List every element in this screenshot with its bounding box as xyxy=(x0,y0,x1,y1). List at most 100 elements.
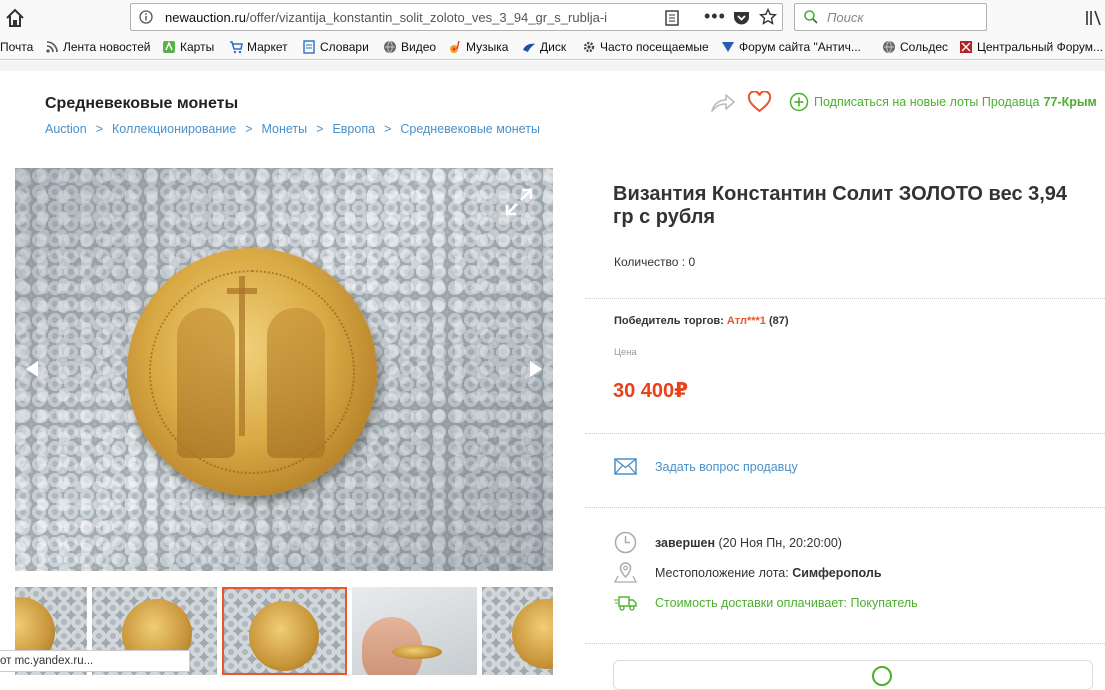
location-value: Симферополь xyxy=(792,565,882,580)
coin-image xyxy=(127,248,377,496)
book-icon xyxy=(303,40,315,54)
seller-name[interactable]: 77-Крым xyxy=(1044,95,1097,109)
info-icon[interactable] xyxy=(139,10,153,24)
search-icon xyxy=(804,10,818,24)
bookmark-item[interactable]: Почта xyxy=(0,40,33,54)
bookmark-item[interactable]: Словари xyxy=(302,40,369,54)
photo-thumbnail[interactable] xyxy=(482,587,553,675)
location-label: Местоположение лота: xyxy=(655,565,789,580)
divider xyxy=(585,298,1105,299)
home-icon[interactable] xyxy=(4,7,26,29)
share-icon[interactable] xyxy=(710,91,736,113)
plus-circle-icon xyxy=(789,92,809,112)
breadcrumb-link[interactable]: Auction xyxy=(45,122,87,136)
bookmark-item[interactable]: Форум сайта "Антич... xyxy=(721,40,861,54)
bookmark-label: Часто посещаемые xyxy=(600,40,709,54)
bottom-panel xyxy=(613,660,1093,690)
url-path: /offer/vizantija_konstantin_solit_zoloto… xyxy=(245,10,608,25)
gear-icon xyxy=(583,41,595,53)
location-pin-icon xyxy=(614,562,637,583)
clock-icon xyxy=(614,531,637,554)
pocket-icon[interactable] xyxy=(733,10,750,26)
delivery-info[interactable]: Стоимость доставки оплачивает: Покупател… xyxy=(614,591,918,614)
reader-view-icon[interactable] xyxy=(664,10,680,26)
bookmark-item[interactable]: Музыка xyxy=(448,40,508,54)
fullscreen-expand-icon[interactable] xyxy=(503,186,535,218)
bookmark-label: Форум сайта "Антич... xyxy=(739,40,861,54)
bookmark-label: Музыка xyxy=(466,40,509,54)
bookmark-item[interactable]: Лента новостей xyxy=(45,40,151,54)
search-placeholder: Поиск xyxy=(827,10,864,25)
bookmark-item[interactable]: Сольдес xyxy=(882,40,948,54)
delivery-text: Стоимость доставки оплачивает: Покупател… xyxy=(655,595,918,610)
bookmark-item[interactable]: Видео xyxy=(383,40,436,54)
bookmark-item[interactable]: Центральный Форум... xyxy=(959,40,1103,54)
auction-end-date: (20 Ноя Пн, 20:20:00) xyxy=(718,535,842,550)
library-icon[interactable] xyxy=(1084,8,1105,28)
bookmark-item[interactable]: Карты xyxy=(162,40,214,54)
winner-label: Победитель торгов: xyxy=(614,315,724,327)
auction-status: завершен xyxy=(655,535,716,550)
cart-icon xyxy=(230,41,243,54)
winner-rating: (87) xyxy=(768,315,789,327)
browser-toolbar: newauction.ru/offer/vizantija_konstantin… xyxy=(0,0,1105,36)
bookmark-label: Словари xyxy=(320,40,369,54)
url-bar[interactable]: newauction.ru/offer/vizantija_konstantin… xyxy=(130,3,783,31)
bookmark-label: Лента новостей xyxy=(63,40,151,54)
divider xyxy=(585,433,1105,434)
bookmark-item[interactable]: Маркет xyxy=(229,40,288,54)
previous-photo-arrow-icon[interactable] xyxy=(25,360,39,378)
ask-seller-link[interactable]: Задать вопрос продавцу xyxy=(614,458,798,475)
auction-end-status: завершен (20 Ноя Пн, 20:20:00) xyxy=(614,531,842,554)
disk-icon xyxy=(523,43,535,52)
winner-name[interactable]: Атл***1 xyxy=(727,315,766,327)
bookmark-label: Карты xyxy=(180,40,215,54)
bookmark-item[interactable]: Диск xyxy=(522,40,566,54)
globe-icon xyxy=(883,40,895,54)
subscribe-text: Подписаться на новые лоты Продавца xyxy=(814,95,1040,109)
lot-price: 30 400₽ xyxy=(613,380,689,402)
bookmark-label: Центральный Форум... xyxy=(977,40,1104,54)
next-photo-arrow-icon[interactable] xyxy=(529,360,543,378)
auction-winner: Победитель торгов: Атл***1 (87) xyxy=(614,315,789,327)
search-bar[interactable]: Поиск xyxy=(794,3,987,31)
maps-icon xyxy=(163,41,175,53)
bookmark-label: Диск xyxy=(540,40,567,54)
globe-icon xyxy=(384,40,396,54)
price-label: Цена xyxy=(614,347,637,358)
photo-thumbnail-selected[interactable] xyxy=(222,587,347,675)
main-lot-photo[interactable] xyxy=(15,168,553,571)
breadcrumb-link[interactable]: Коллекционирование xyxy=(112,122,236,136)
delivery-truck-icon xyxy=(614,596,637,611)
subscribe-seller-button[interactable]: Подписаться на новые лоты Продавца 77-Кр… xyxy=(789,92,1097,112)
bookmark-label: Сольдес xyxy=(900,40,949,54)
url-host: newauction.ru xyxy=(165,10,246,25)
green-circle-icon xyxy=(872,666,892,686)
breadcrumb-link[interactable]: Европа xyxy=(332,122,375,136)
url-text[interactable]: newauction.ru/offer/vizantija_konstantin… xyxy=(165,10,625,25)
bookmark-star-icon[interactable] xyxy=(759,8,777,26)
favorite-heart-icon[interactable] xyxy=(747,91,772,113)
photo-thumbnail[interactable] xyxy=(352,587,477,675)
breadcrumb: Auction > Коллекционирование > Монеты > Европа… xyxy=(45,122,540,136)
ask-seller-text: Задать вопрос продавцу xyxy=(655,459,798,474)
music-icon xyxy=(450,40,460,53)
lot-location: Местоположение лота: Симферополь xyxy=(614,561,882,584)
bookmarks-bar: Почта Лента новостей Карты Маркет Словар… xyxy=(0,36,1105,60)
lot-quantity: Количество : 0 xyxy=(614,255,696,269)
forum-icon xyxy=(722,42,734,52)
rss-icon xyxy=(46,41,58,53)
bookmark-label: Видео xyxy=(401,40,437,54)
lot-title: Византия Константин Солит ЗОЛОТО вес 3,9… xyxy=(613,183,1068,228)
browser-status-tooltip: от mc.yandex.ru... xyxy=(0,650,190,672)
bookmark-label: Почта xyxy=(0,40,34,54)
breadcrumb-link[interactable]: Средневековые монеты xyxy=(400,122,540,136)
bookmark-item[interactable]: Часто посещаемые xyxy=(582,40,709,54)
page-actions-icon[interactable]: ••• xyxy=(704,6,726,27)
forum-icon xyxy=(960,41,972,53)
mail-icon xyxy=(614,458,637,475)
divider xyxy=(585,507,1105,508)
category-title: Средневековые монеты xyxy=(45,95,239,112)
breadcrumb-link[interactable]: Монеты xyxy=(261,122,307,136)
bookmark-label: Маркет xyxy=(247,40,288,54)
